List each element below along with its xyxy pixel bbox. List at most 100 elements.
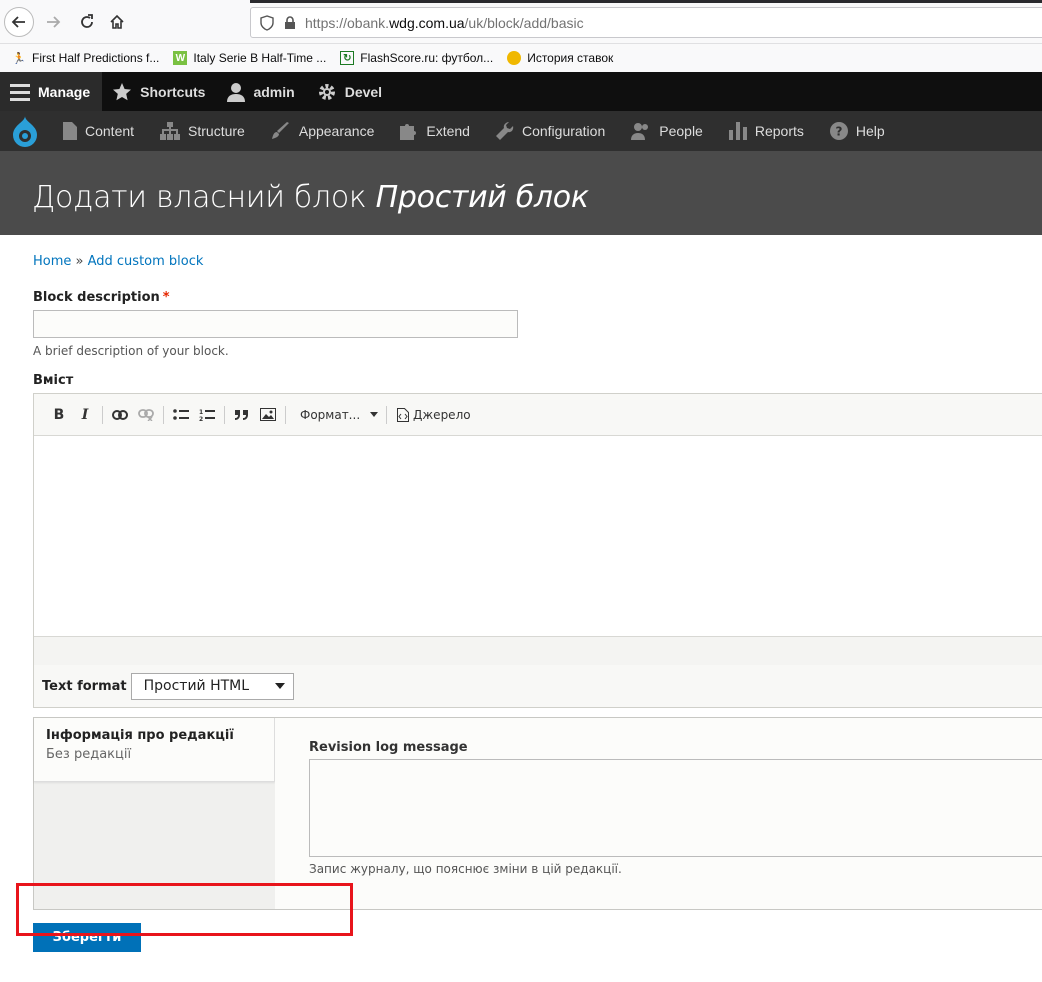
editor-content-area[interactable] <box>34 436 1042 636</box>
menu-people-label: People <box>659 123 703 139</box>
back-button[interactable] <box>4 7 34 37</box>
numbered-list-button[interactable]: 12 <box>194 402 220 428</box>
tab-strip <box>250 0 1042 3</box>
tab-revision-information[interactable]: Інформація про редакції Без редакції <box>34 718 275 782</box>
bookmark-label: First Half Predictions f... <box>32 51 160 65</box>
blockquote-button[interactable] <box>229 402 255 428</box>
source-icon <box>397 407 409 422</box>
manage-tab[interactable]: Manage <box>0 72 103 111</box>
image-icon <box>260 408 276 421</box>
star-icon <box>113 82 132 100</box>
toolbar-separator <box>163 405 164 424</box>
shortcuts-tab[interactable]: Shortcuts <box>102 72 217 111</box>
wrench-icon <box>495 122 514 140</box>
menu-appearance-label: Appearance <box>298 123 375 139</box>
text-format-select[interactable]: Простий HTML <box>130 672 294 700</box>
revision-log-textarea[interactable] <box>309 759 1042 857</box>
italic-button[interactable]: I <box>72 402 98 428</box>
source-button[interactable]: Джерело <box>391 407 471 422</box>
vertical-tabs-menu: Інформація про редакції Без редакції <box>34 718 275 909</box>
file-icon <box>63 122 77 140</box>
reload-button[interactable] <box>72 7 102 37</box>
brush-icon <box>271 122 289 139</box>
source-label: Джерело <box>413 407 471 422</box>
breadcrumb-add-custom-block[interactable]: Add custom block <box>88 254 204 269</box>
people-icon <box>631 123 649 140</box>
menu-content[interactable]: Content <box>50 111 147 151</box>
menu-extend-label: Extend <box>426 123 470 139</box>
home-button[interactable] <box>102 7 132 37</box>
block-description-input[interactable] <box>33 310 518 338</box>
tab-revision-title: Інформація про редакції <box>46 728 234 743</box>
menu-reports[interactable]: Reports <box>716 111 817 151</box>
reload-icon <box>81 14 93 28</box>
runner-icon: 🏃 <box>12 52 26 65</box>
shortcuts-label: Shortcuts <box>140 83 206 100</box>
bookmark-item[interactable]: ↻ FlashScore.ru: футбол... <box>340 51 493 65</box>
menu-extend[interactable]: Extend <box>387 111 483 151</box>
menu-help[interactable]: ? Help <box>817 111 898 151</box>
lock-icon <box>285 15 295 29</box>
image-button[interactable] <box>255 402 281 428</box>
chevron-down-icon <box>370 412 378 417</box>
user-icon <box>227 82 246 102</box>
url-text: https://obank.wdg.com.ua/uk/block/add/ba… <box>305 14 584 31</box>
breadcrumb-home[interactable]: Home <box>33 254 71 269</box>
admin-toolbar: Manage Shortcuts admin Devel <box>0 72 1042 111</box>
page-title: Додати власний блок Простий блок <box>32 180 589 215</box>
admin-tray: Content Structure Appearance Extend Conf… <box>0 111 1042 151</box>
user-label: admin <box>253 83 295 100</box>
menu-configuration-label: Configuration <box>521 123 606 139</box>
bookmark-item[interactable]: W Italy Serie B Half-Time ... <box>173 51 326 65</box>
menu-people[interactable]: People <box>618 111 716 151</box>
bulleted-list-button[interactable] <box>168 402 194 428</box>
link-button[interactable] <box>107 402 133 428</box>
browser-toolbar: https://obank.wdg.com.ua/uk/block/add/ba… <box>0 0 1042 44</box>
editor-status-bar <box>34 636 1042 665</box>
format-dropdown-label: Формат... <box>300 407 361 422</box>
menu-configuration[interactable]: Configuration <box>483 111 618 151</box>
link-icon <box>112 409 128 420</box>
svg-text:1: 1 <box>199 409 203 416</box>
bookmark-item[interactable]: 🏃 First Half Predictions f... <box>12 51 159 65</box>
menu-structure[interactable]: Structure <box>147 111 258 151</box>
unlink-button[interactable] <box>133 402 159 428</box>
bookmark-item[interactable]: История ставок <box>507 51 613 65</box>
body-label: Вміст <box>33 373 74 388</box>
block-description-help: A brief description of your block. <box>33 344 229 358</box>
format-dropdown[interactable]: Формат... <box>290 402 382 428</box>
toolbar-separator <box>285 405 286 424</box>
forward-button[interactable] <box>38 7 68 37</box>
breadcrumb: Home » Add custom block <box>33 254 203 269</box>
toolbar-separator <box>386 405 387 424</box>
url-bar[interactable]: https://obank.wdg.com.ua/uk/block/add/ba… <box>250 7 1042 38</box>
arrow-right-icon <box>47 16 61 28</box>
bookmark-label: Italy Serie B Half-Time ... <box>193 51 327 65</box>
text-format-wrapper: Text format Простий HTML <box>33 665 1042 708</box>
drupal-logo-icon[interactable] <box>0 111 50 151</box>
bookmark-label: История ставок <box>527 51 614 65</box>
text-format-label: Text format <box>42 678 127 694</box>
bold-button[interactable]: B <box>46 402 72 428</box>
menu-content-label: Content <box>85 123 135 139</box>
arrow-left-icon <box>11 16 25 28</box>
revision-log-label: Revision log message <box>309 740 468 755</box>
menu-structure-label: Structure <box>188 123 245 139</box>
bar-chart-icon <box>728 122 747 140</box>
sitemap-icon <box>160 122 181 140</box>
revision-log-help: Запис журналу, що пояснює зміни в цій ре… <box>309 862 622 876</box>
manage-label: Manage <box>38 83 91 100</box>
svg-text:?: ? <box>835 125 842 139</box>
bold-icon: B <box>53 406 65 423</box>
numbered-list-icon: 12 <box>199 409 215 422</box>
menu-appearance[interactable]: Appearance <box>258 111 388 151</box>
user-tab[interactable]: admin <box>217 72 306 111</box>
bullet-list-icon <box>173 408 189 420</box>
coin-icon <box>507 51 522 65</box>
devel-tab[interactable]: Devel <box>307 72 394 111</box>
save-button[interactable]: Зберегти <box>33 923 141 952</box>
bookmarks-bar: 🏃 First Half Predictions f... W Italy Serie… <box>0 44 1042 72</box>
shield-icon <box>260 14 274 31</box>
rich-text-editor: B I 12 Формат... Джерело <box>33 393 1042 666</box>
menu-help-label: Help <box>855 123 885 139</box>
